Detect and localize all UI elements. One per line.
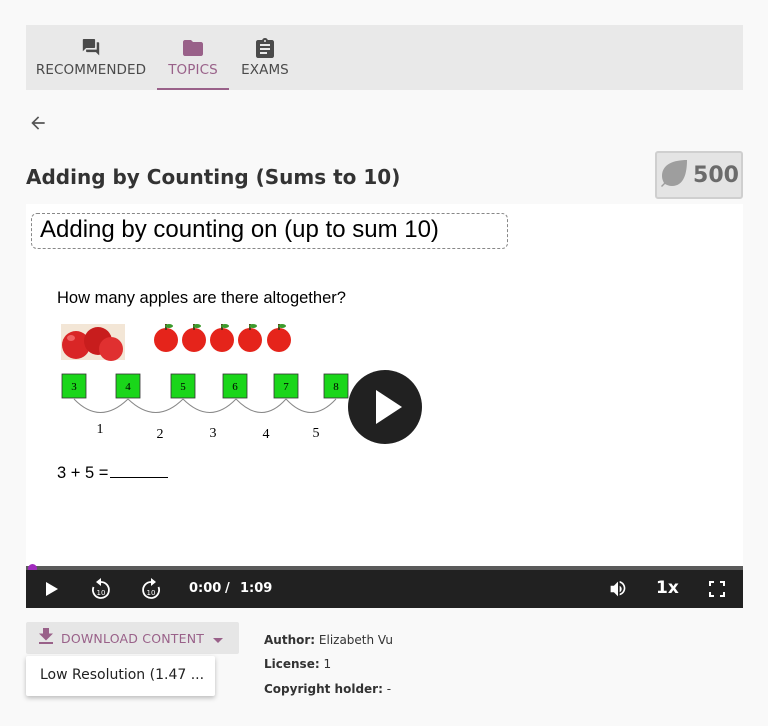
tab-exams[interactable]: EXAMS — [240, 25, 290, 90]
equation-text: 3 + 5 = — [57, 464, 109, 482]
download-content-button[interactable]: DOWNLOAD CONTENT — [26, 622, 239, 654]
big-play-button[interactable] — [347, 369, 423, 445]
author-label: Author: — [264, 633, 316, 647]
copyright-value: - — [386, 682, 392, 696]
points-value: 500 — [693, 162, 739, 188]
box-number: 4 — [125, 381, 131, 393]
arc-number: 3 — [210, 426, 217, 441]
forward-10-icon[interactable]: 10 — [140, 570, 162, 608]
box-number: 3 — [71, 381, 77, 393]
video-frame-equation: 3 + 5 = — [57, 464, 169, 483]
counting-arcs — [73, 398, 337, 413]
tab-exams-label: EXAMS — [241, 62, 289, 78]
top-nav: RECOMMENDED TOPICS EXAMS — [26, 25, 743, 90]
points-badge: 500 — [655, 151, 743, 199]
apple-row — [154, 324, 291, 352]
video-frame-illustration: 3 4 5 6 7 8 1 2 3 4 5 — [61, 324, 349, 442]
dropdown-arrow-icon — [213, 629, 224, 648]
leaf-icon — [659, 159, 689, 191]
download-option-low-resolution[interactable]: Low Resolution (1.47 ... — [40, 667, 204, 683]
rewind-10-icon[interactable]: 10 — [90, 570, 112, 608]
license-label: License: — [264, 657, 320, 671]
page-title: Adding by Counting (Sums to 10) — [26, 165, 401, 189]
svg-text:10: 10 — [97, 589, 106, 597]
tab-recommended-label: RECOMMENDED — [35, 62, 147, 78]
license-value: 1 — [323, 657, 332, 671]
box-number: 8 — [333, 381, 339, 393]
duration: 1:09 — [240, 581, 273, 596]
playback-rate[interactable]: 1x — [656, 578, 679, 598]
number-boxes — [61, 373, 349, 399]
author-row: Author: Elizabeth Vu — [264, 633, 393, 647]
tab-topics-label: TOPICS — [168, 62, 218, 78]
arc-number: 5 — [313, 426, 320, 441]
video-player[interactable]: Adding by counting on (up to sum 10) How… — [26, 204, 743, 608]
fullscreen-icon[interactable] — [707, 570, 727, 608]
author-value: Elizabeth Vu — [318, 633, 393, 647]
tab-recommended[interactable]: RECOMMENDED — [35, 25, 147, 90]
time-separator: / — [225, 581, 230, 596]
tab-topics[interactable]: TOPICS — [157, 25, 229, 90]
license-row: License: 1 — [264, 657, 331, 671]
forum-icon — [81, 38, 101, 58]
download-menu: Low Resolution (1.47 ... — [26, 656, 215, 696]
copyright-row: Copyright holder: - — [264, 682, 391, 696]
apple-group-image — [61, 324, 125, 361]
box-number: 7 — [283, 381, 289, 393]
svg-text:10: 10 — [147, 589, 156, 597]
box-number: 6 — [232, 381, 238, 393]
copyright-label: Copyright holder: — [264, 682, 383, 696]
arc-number: 2 — [157, 427, 164, 442]
clipboard-icon — [256, 38, 274, 58]
download-icon — [39, 628, 53, 648]
download-content-label: DOWNLOAD CONTENT — [61, 630, 205, 646]
back-arrow-icon[interactable] — [28, 113, 48, 133]
arc-number: 4 — [263, 427, 270, 442]
box-number: 5 — [180, 381, 186, 393]
control-bar: 10 10 0:00 / 1:09 1x — [26, 570, 743, 608]
arc-number: 1 — [97, 422, 104, 437]
equation-blank — [110, 464, 169, 478]
current-time: 0:00 — [189, 581, 222, 596]
volume-icon[interactable] — [607, 570, 629, 608]
play-icon[interactable] — [40, 570, 64, 608]
folder-icon — [183, 38, 203, 58]
